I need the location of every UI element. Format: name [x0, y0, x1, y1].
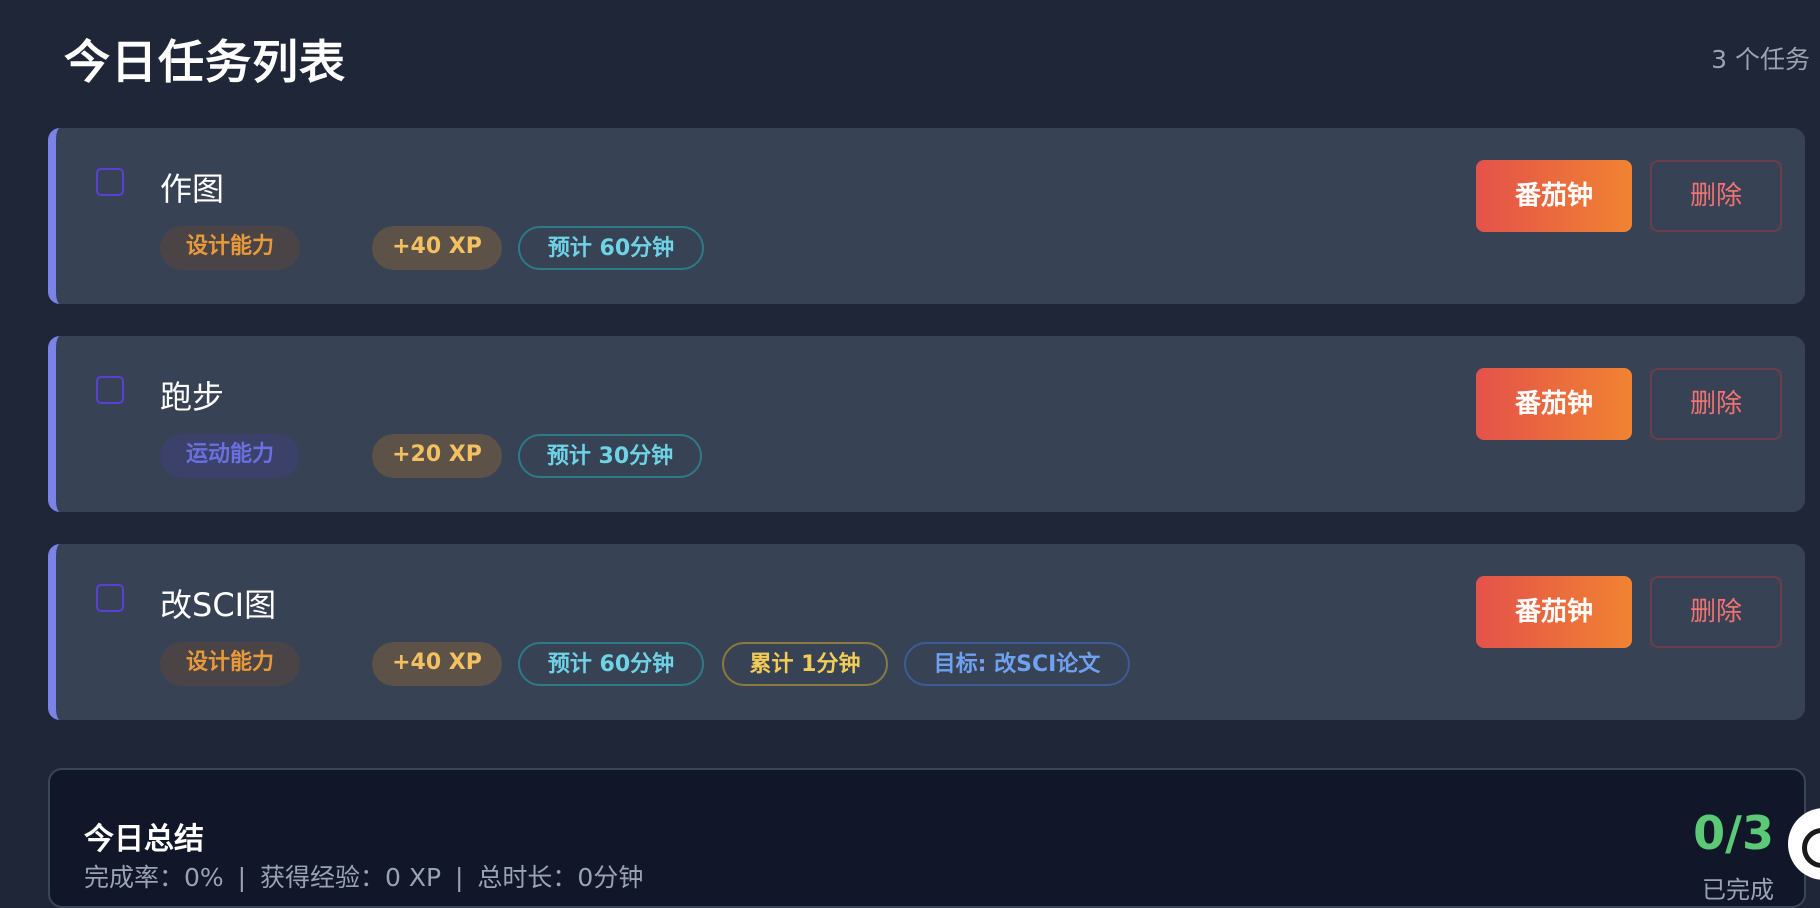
task-card: 跑步 运动能力 +20 XP 预计 30分钟 番茄钟 删除: [48, 336, 1805, 512]
completion-rate: 完成率：0%: [84, 863, 224, 892]
skill-tag: 设计能力: [160, 226, 300, 270]
skill-tag: 运动能力: [160, 434, 300, 478]
xp-gained: 获得经验：0 XP: [260, 863, 442, 892]
skill-tag: 设计能力: [160, 642, 300, 686]
pomodoro-button[interactable]: 番茄钟: [1476, 160, 1632, 232]
page-header: 今日任务列表 3 个任务: [64, 26, 1810, 89]
goal-tag: 目标: 改SCI论文: [904, 642, 1130, 686]
pomodoro-button[interactable]: 番茄钟: [1476, 368, 1632, 440]
estimate-tag: 预计 60分钟: [518, 642, 704, 686]
task-card: 改SCI图 设计能力 +40 XP 预计 60分钟 累计 1分钟 目标: 改SC…: [48, 544, 1805, 720]
accumulated-tag: 累计 1分钟: [722, 642, 888, 686]
summary-stats: 完成率：0% | 获得经验：0 XP | 总时长：0分钟: [84, 858, 643, 894]
avatar-icon: [1802, 828, 1820, 868]
task-card: 作图 设计能力 +40 XP 预计 60分钟 番茄钟 删除: [48, 128, 1805, 304]
estimate-tag: 预计 60分钟: [518, 226, 704, 270]
task-count: 3 个任务: [1711, 45, 1810, 74]
task-title: 改SCI图: [160, 586, 277, 624]
xp-tag: +20 XP: [372, 434, 502, 478]
delete-button[interactable]: 删除: [1650, 576, 1782, 648]
task-checkbox[interactable]: [96, 376, 124, 404]
xp-tag: +40 XP: [372, 226, 502, 270]
completed-ratio: 0/3: [1693, 806, 1774, 860]
delete-button[interactable]: 删除: [1650, 160, 1782, 232]
task-title: 跑步: [160, 378, 225, 416]
xp-tag: +40 XP: [372, 642, 502, 686]
stats-separator: |: [455, 863, 464, 892]
completed-label: 已完成: [1702, 876, 1774, 904]
total-duration: 总时长：0分钟: [477, 863, 644, 892]
delete-button[interactable]: 删除: [1650, 368, 1782, 440]
summary-title: 今日总结: [84, 822, 204, 857]
pomodoro-button[interactable]: 番茄钟: [1476, 576, 1632, 648]
stats-separator: |: [237, 863, 247, 892]
task-title: 作图: [160, 170, 225, 208]
task-checkbox[interactable]: [96, 168, 124, 196]
estimate-tag: 预计 30分钟: [518, 434, 702, 478]
page-title: 今日任务列表: [64, 35, 346, 89]
task-checkbox[interactable]: [96, 584, 124, 612]
daily-summary: 今日总结 完成率：0% | 获得经验：0 XP | 总时长：0分钟 0/3 已完…: [48, 768, 1806, 908]
